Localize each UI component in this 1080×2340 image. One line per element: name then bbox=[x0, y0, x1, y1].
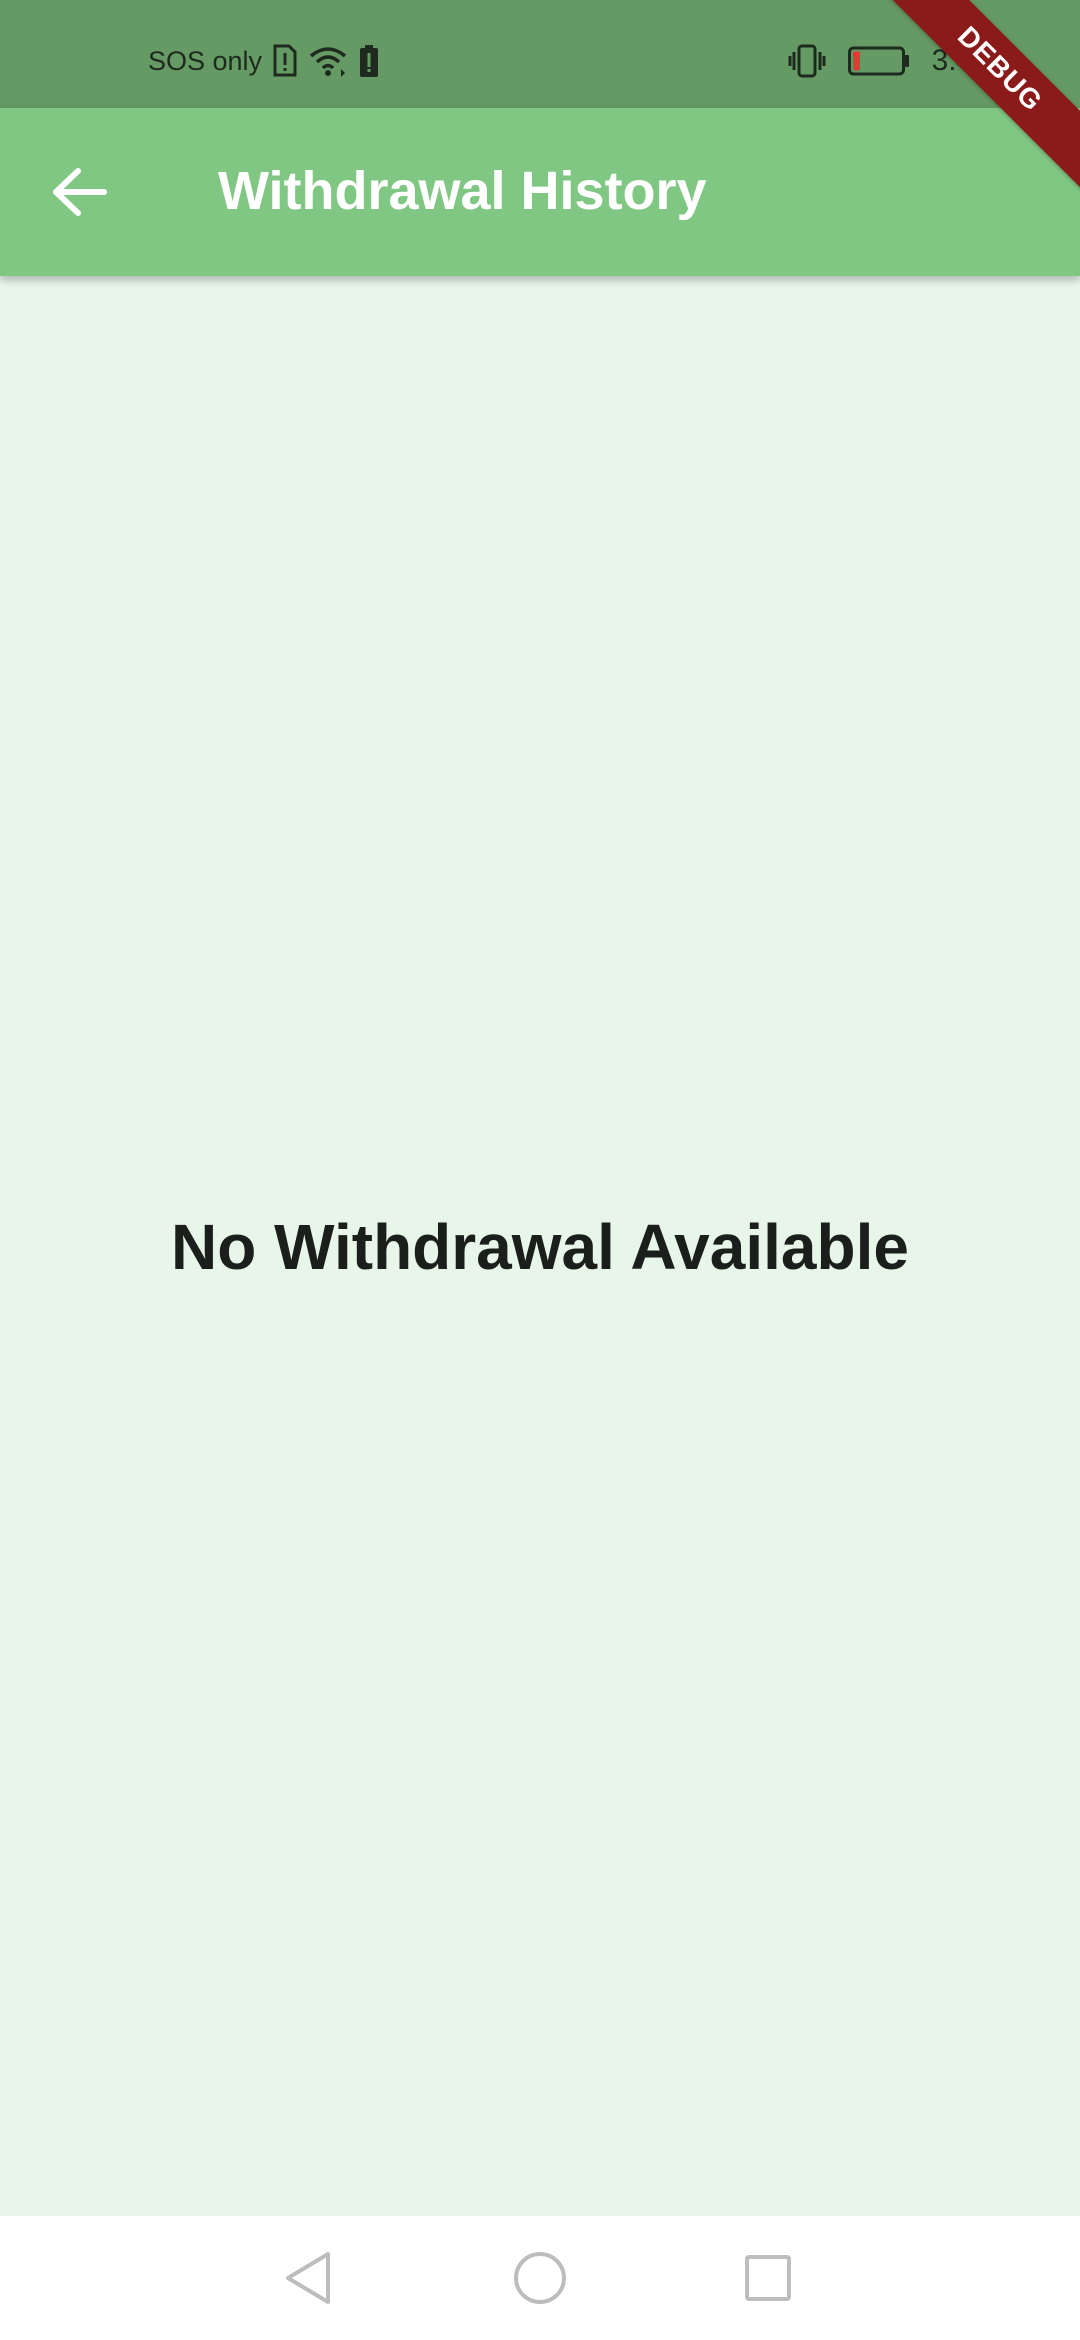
nav-back-button[interactable] bbox=[276, 2246, 340, 2310]
recents-square-icon bbox=[743, 2253, 793, 2303]
back-triangle-icon bbox=[282, 2250, 334, 2306]
empty-state-message: No Withdrawal Available bbox=[171, 1211, 909, 1283]
main-content: No Withdrawal Available bbox=[0, 276, 1080, 2216]
wifi-icon bbox=[308, 45, 348, 77]
battery-alert-icon bbox=[358, 44, 380, 78]
vibrate-icon bbox=[788, 44, 826, 78]
status-left: SOS only bbox=[148, 44, 380, 78]
battery-low-icon bbox=[847, 46, 910, 76]
sim-alert-icon bbox=[272, 44, 298, 78]
back-button[interactable] bbox=[40, 152, 120, 232]
arrow-back-icon bbox=[52, 167, 108, 217]
app-bar: Withdrawal History bbox=[0, 108, 1080, 276]
system-nav-bar bbox=[0, 2216, 1080, 2340]
screen: SOS only Withdrawal History No Withdrawa… bbox=[0, 0, 1080, 2340]
nav-home-button[interactable] bbox=[508, 2246, 572, 2310]
home-circle-icon bbox=[512, 2250, 568, 2306]
carrier-text: SOS only bbox=[148, 45, 263, 76]
page-title: Withdrawal History bbox=[218, 161, 707, 221]
nav-recents-button[interactable] bbox=[736, 2246, 800, 2310]
